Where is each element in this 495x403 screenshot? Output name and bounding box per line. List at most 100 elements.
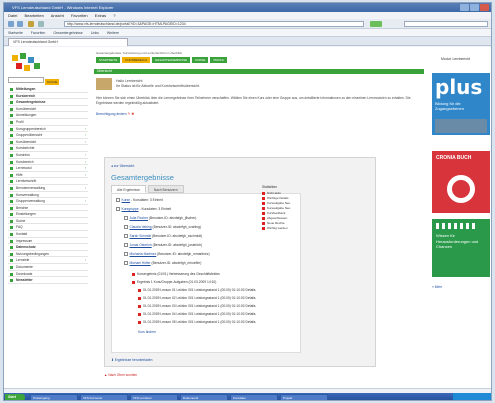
sidebar-item-label[interactable]: Dokumente [16,265,33,269]
sidebar-item[interactable]: Berichte [8,205,88,212]
sidebar-search-button[interactable]: SUCHE [45,79,60,85]
sidebar-item[interactable]: Kursübersicht › [8,139,88,146]
tree-row-link[interactable]: Kursgruppe [122,207,139,211]
nav-kurse[interactable]: KURSE [192,57,209,63]
sidebar-item[interactable]: Kursübersicht [8,106,88,113]
sidebar-item[interactable]: Dokumente [8,264,88,271]
pencil-icon[interactable]: ✎ [128,112,131,116]
sidebar-item[interactable]: Einstellungen [8,211,88,218]
tree-row-link[interactable]: Jonas Osterloh [130,243,152,247]
sidebar-item-label[interactable]: Lernziele [16,258,29,262]
taskbar-task[interactable]: VFS Kursverw [80,394,128,400]
menu-help[interactable]: ? [113,13,115,18]
back-arrow-icon[interactable] [8,21,14,27]
menu-edit[interactable]: Bearbeiten [24,13,43,18]
link-item[interactable]: Startseite [8,31,23,35]
start-button[interactable]: Start [5,394,25,400]
sidebar-item-label[interactable]: Profil [16,120,24,124]
delete-icon[interactable]: ✖ [131,112,134,116]
tab-all-results[interactable]: Alle Ergebnisse [111,185,146,193]
sidebar-item[interactable]: Kursberichte [8,145,88,152]
tree-row-link[interactable]: Michael Höfler [130,261,151,265]
back-link-label[interactable]: zur Übersicht [114,164,135,168]
sidebar-item[interactable]: Kontakt [8,231,88,238]
sidebar-item[interactable]: Lernmodul › [8,165,88,172]
ad-plus-banner[interactable]: plus Bildung für die Zugangsebenen [432,73,490,135]
ads-more-link[interactable]: » Mehr [432,285,490,289]
refresh-icon[interactable] [38,21,44,27]
sidebar-item-label[interactable]: FAQ [16,225,23,229]
menu-view[interactable]: Ansicht [51,13,64,18]
sidebar-item-label[interactable]: Kursberichte [16,146,35,150]
sidebar-item-label[interactable]: Impressum [16,239,32,243]
link-item[interactable]: Links [91,31,99,35]
taskbar-task[interactable]: VFS Lerndeut [130,394,178,400]
sidebar-item[interactable]: Lernfortschritt [8,178,88,185]
edit-permissions-link[interactable]: Berechtigung ändern ✎ ✖ [94,112,424,116]
edit-link-label[interactable]: Berechtigung ändern [96,112,127,116]
tree-row-link[interactable]: Julia Fischer [130,216,149,220]
taskbar-task[interactable]: Posteingang [30,394,78,400]
back-link[interactable]: ◂ zur Übersicht [111,164,134,168]
close-button[interactable] [480,4,489,11]
sidebar-item[interactable]: FAQ [8,224,88,232]
expand-toggle-icon[interactable] [116,207,120,211]
expand-toggle-icon[interactable] [124,225,128,229]
sidebar-item[interactable]: Kursinfos › [8,152,88,159]
tab-by-users[interactable]: Nach Benutzern [147,185,184,193]
ad-red-banner[interactable]: CRONIA BUCH [432,151,490,213]
sidebar-item-label[interactable]: Kursverwaltung [16,193,39,197]
link-item[interactable]: Gesamtergebnisse [53,31,82,35]
expand-toggle-icon[interactable] [124,252,128,256]
minimize-button[interactable] [460,4,469,11]
sidebar-item-label[interactable]: Gruppenübersicht [16,133,42,137]
sidebar-item-label[interactable]: Anmeldungen [16,113,36,117]
link-item[interactable]: Weitere [107,31,119,35]
sidebar-item-label[interactable]: Hilfe [16,173,23,177]
sidebar-item[interactable]: Kursverwaltung [8,192,88,199]
forward-arrow-icon[interactable] [17,21,23,27]
scroll-top-label[interactable]: Nach Oben scrollen [108,373,137,377]
sidebar-item[interactable]: Kursbereich [8,93,88,100]
sidebar-item[interactable]: Gruppenübersicht › [8,132,88,139]
site-logo[interactable] [10,51,70,79]
tree-row-link[interactable]: Michaela Martinez [130,252,157,256]
tree-row-link[interactable]: Kurse [122,198,131,202]
sidebar-item-label[interactable]: Kursgruppenbereich [16,127,46,131]
sidebar-item-label[interactable]: Newsletter [16,278,33,282]
favorites-star-icon[interactable] [28,21,34,27]
menu-tools[interactable]: Extras [95,13,106,18]
tree-row-link[interactable]: Sarah Schmidt [130,234,152,238]
sidebar-item-label[interactable]: Lernfortschritt [16,179,36,183]
taskbar-task[interactable]: Projekt [280,394,328,400]
tree-row-link[interactable]: Claudia Vahing [130,225,152,229]
sidebar-item[interactable]: Datenschutz [8,244,88,251]
address-bar[interactable]: http://www.vfs-lerndeutschland.de/portal… [64,21,364,27]
sidebar-item[interactable]: Mitteilungen [8,86,88,93]
sidebar-item-label[interactable]: Einstellungen [16,212,36,216]
sidebar-item[interactable]: Kursbereich › [8,159,88,166]
nav-start[interactable]: STARTSEITE [96,57,121,63]
sidebar-item-label[interactable]: Downloads [16,272,32,276]
expand-toggle-icon[interactable] [116,198,120,202]
sidebar-item-label[interactable]: Kursübersicht [16,140,36,144]
download-results-label[interactable]: Ergebnisse herunterladen [115,358,153,362]
nav-kursbereich[interactable]: KURSBEREICH [122,57,150,63]
sidebar-item[interactable]: Impressum [8,238,88,245]
ad-green-banner[interactable]: Wissen für Herausforderungen und Chancen [432,219,490,277]
sidebar-item[interactable]: Downloads [8,271,88,278]
expand-toggle-icon[interactable] [124,216,128,220]
sidebar-item[interactable]: Newsletter [8,277,88,284]
taskbar-task[interactable]: Dokument1 [180,394,228,400]
maximize-button[interactable] [470,4,479,11]
menu-favorites[interactable]: Favoriten [71,13,88,18]
sidebar-item-label[interactable]: Kontakt [16,232,27,236]
sidebar-item[interactable]: Lernziele › [8,257,88,265]
download-results-link[interactable]: ⬇ Ergebnisse herunterladen [111,358,152,362]
sidebar-item[interactable]: Anmeldungen [8,112,88,119]
taskbar-task[interactable]: Kursdatei [230,394,278,400]
sidebar-item-label[interactable]: Benutzerverwaltung [16,186,45,190]
sidebar-item[interactable]: Suche [8,218,88,225]
sidebar-item[interactable]: Hilfe › [8,172,88,179]
search-box[interactable] [404,21,488,27]
